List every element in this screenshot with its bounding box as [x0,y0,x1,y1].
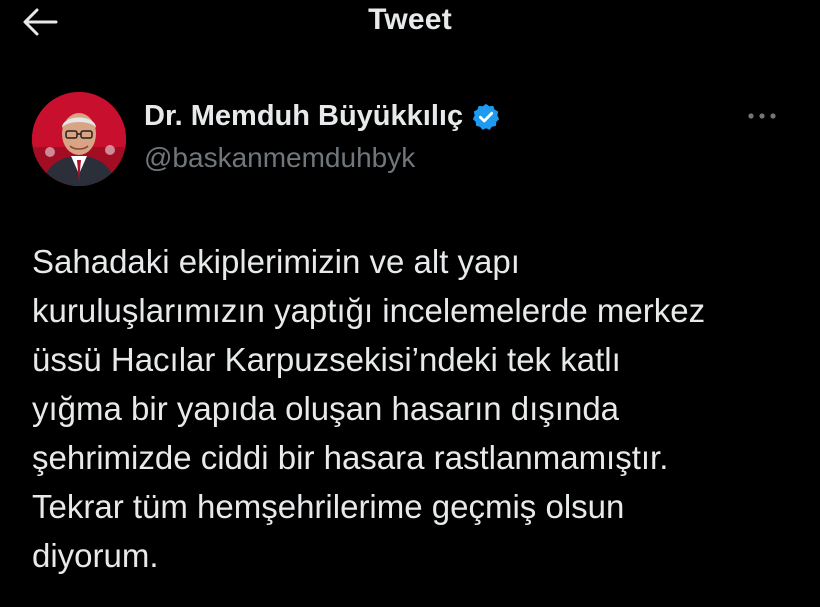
verified-badge-icon [471,102,501,132]
more-horizontal-icon [748,113,776,119]
user-handle[interactable]: @baskanmemduhbyk [144,142,415,174]
display-name-row: Dr. Memduh Büyükkılıç [144,100,501,133]
tweet-text: Sahadaki ekiplerimizin ve alt yapı kurul… [32,243,706,574]
avatar[interactable] [32,92,126,186]
display-name[interactable]: Dr. Memduh Büyükkılıç [144,100,463,133]
tweet-header: Tweet [0,0,820,48]
page-title: Tweet [368,3,452,36]
more-options-button[interactable] [742,106,782,126]
tweet-author: Dr. Memduh Büyükkılıç @baskanmemduhbyk [32,92,792,192]
